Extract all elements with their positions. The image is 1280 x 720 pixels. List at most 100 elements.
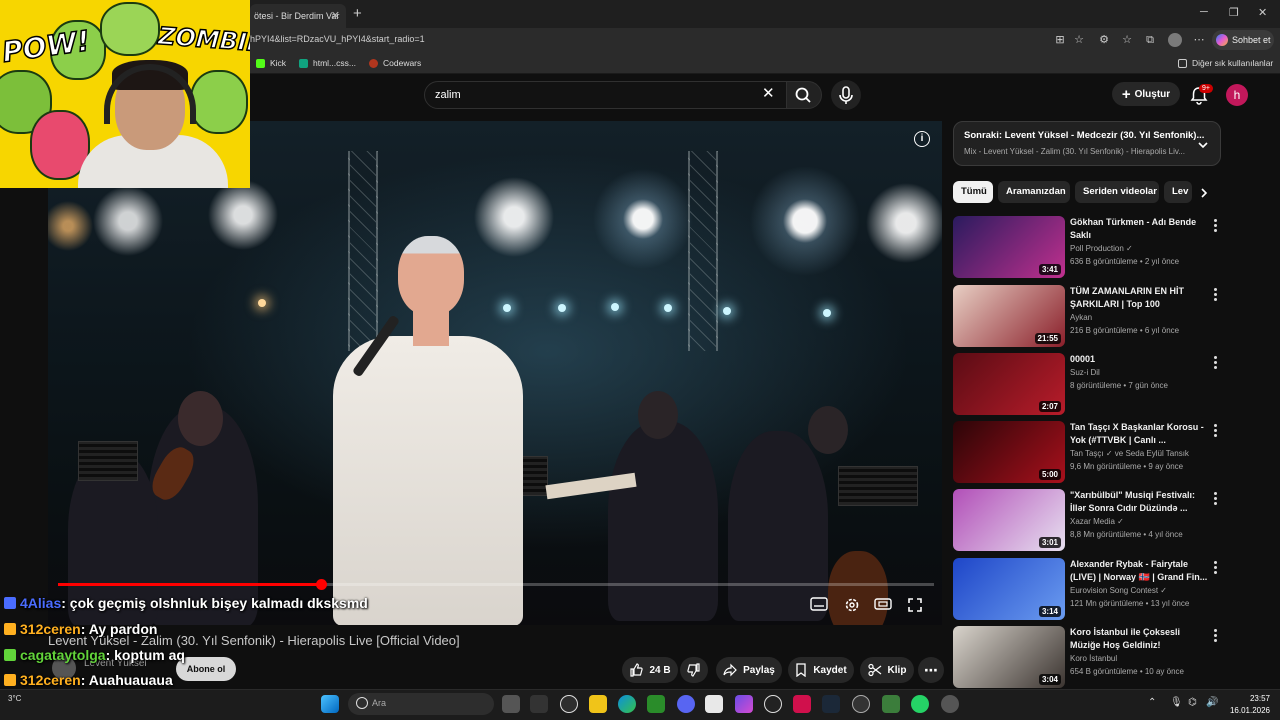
video-title[interactable]: TÜM ZAMANLARIN EN HİT ŞARKILARI | Top 10… xyxy=(1070,285,1210,311)
recommendation-item[interactable]: 21:55 TÜM ZAMANLARIN EN HİT ŞARKILARI | T… xyxy=(953,285,1223,347)
widgets-icon[interactable] xyxy=(530,695,548,713)
chip-all[interactable]: Tümü xyxy=(953,181,993,203)
more-vertical-icon[interactable] xyxy=(1211,287,1219,301)
video-thumbnail[interactable]: 2:07 xyxy=(953,353,1065,415)
channel-name[interactable]: Poll Production ✓ xyxy=(1070,244,1133,253)
subscribe-button[interactable]: Abone ol xyxy=(176,657,236,681)
channel-name[interactable]: Eurovision Song Contest ✓ xyxy=(1070,586,1167,595)
bookmark-kick[interactable]: Kick xyxy=(256,58,286,68)
app-icon[interactable] xyxy=(705,695,723,713)
weather-widget[interactable]: 3°C xyxy=(8,694,21,703)
search-input[interactable]: zalim xyxy=(424,81,788,109)
browser-tab-active[interactable]: ötesi - Bir Derdim Var ✕ xyxy=(250,4,346,28)
collections-icon[interactable]: ⧉ xyxy=(1143,33,1157,47)
clock[interactable]: 23:57 16.01.2026 xyxy=(1226,693,1270,717)
bookmark-codewars[interactable]: Codewars xyxy=(369,58,421,68)
recommendation-item[interactable]: 3:04 Koro İstanbul ile Çoksesli Müziğe Ho… xyxy=(953,626,1223,688)
more-vertical-icon[interactable] xyxy=(1211,491,1219,505)
profile-avatar[interactable] xyxy=(1168,33,1182,47)
theater-mode-icon[interactable] xyxy=(874,597,892,613)
channel-name[interactable]: Koro İstanbul xyxy=(1070,654,1117,663)
more-vertical-icon[interactable] xyxy=(1211,355,1219,369)
edge-icon[interactable] xyxy=(618,695,636,713)
microphone-tray-icon[interactable]: 🎙 xyxy=(1170,697,1183,708)
other-bookmarks-folder[interactable]: Diğer sık kullanılanlar xyxy=(1178,58,1273,68)
more-menu-icon[interactable]: ⋯ xyxy=(1192,33,1206,47)
clear-search-icon[interactable]: ✕ xyxy=(762,84,775,102)
volume-icon[interactable]: 🔊 xyxy=(1206,697,1218,708)
channel-name[interactable]: Tan Taşçı ✓ ve Seda Eylül Tansık xyxy=(1070,449,1189,458)
clip-button[interactable]: Klip xyxy=(860,657,914,683)
video-title[interactable]: 00001 xyxy=(1070,353,1210,366)
video-title[interactable]: Alexander Rybak - Fairytale (LIVE) | Nor… xyxy=(1070,558,1210,584)
bookmark-html-css[interactable]: html...css... xyxy=(299,58,356,68)
url-field[interactable]: hPYI4&list=RDzacVU_hPYI4&start_radio=1 xyxy=(250,34,425,44)
subtitles-icon[interactable] xyxy=(810,597,828,613)
more-vertical-icon[interactable] xyxy=(1211,628,1219,642)
extension-icon[interactable]: ⚙ xyxy=(1097,33,1111,47)
like-button[interactable]: 24 B xyxy=(622,657,678,683)
video-title[interactable]: Tan Taşçı X Başkanlar Korosu - Yok (#TTV… xyxy=(1070,421,1210,447)
copilot-button[interactable]: Sohbet et xyxy=(1212,30,1274,50)
info-icon[interactable]: i xyxy=(914,131,930,147)
create-button[interactable]: + Oluştur xyxy=(1112,82,1180,106)
copilot-taskbar-icon[interactable] xyxy=(735,695,753,713)
discord-icon[interactable] xyxy=(677,695,695,713)
share-button[interactable]: Paylaş xyxy=(716,657,782,683)
file-explorer-icon[interactable] xyxy=(589,695,607,713)
recommendation-item[interactable]: 3:14 Alexander Rybak - Fairytale (LIVE) |… xyxy=(953,558,1223,620)
apps-icon[interactable]: ⊞ xyxy=(1053,33,1067,47)
steam-icon[interactable] xyxy=(822,695,840,713)
windows-start-icon[interactable] xyxy=(321,695,339,713)
more-vertical-icon[interactable] xyxy=(1211,423,1219,437)
video-thumbnail[interactable]: 5:00 xyxy=(953,421,1065,483)
recommendation-item[interactable]: 3:41 Gökhan Türkmen - Adı Bende Saklı Poll… xyxy=(953,216,1223,278)
video-thumbnail[interactable]: 3:14 xyxy=(953,558,1065,620)
maximize-icon[interactable]: ❐ xyxy=(1229,6,1239,19)
video-title[interactable]: Gökhan Türkmen - Adı Bende Saklı xyxy=(1070,216,1210,242)
chip-levent[interactable]: Lev xyxy=(1164,181,1192,203)
user-avatar[interactable]: h xyxy=(1226,84,1248,106)
minimize-icon[interactable]: ─ xyxy=(1200,6,1208,18)
favorite-star-icon[interactable]: ☆ xyxy=(1072,33,1086,47)
recommendation-item[interactable]: 2:07 00001 Suz-i Dil 8 görüntüleme • 7 gün … xyxy=(953,353,1223,415)
recommendation-item[interactable]: 3:01 "Xarıbülbül" Musiqi Festivalı: İllər… xyxy=(953,489,1223,551)
search-button[interactable] xyxy=(786,81,822,109)
new-tab-icon[interactable]: + xyxy=(353,5,362,22)
recommendation-item[interactable]: 5:00 Tan Taşçı X Başkanlar Korosu - Yok (… xyxy=(953,421,1223,483)
more-actions-button[interactable]: ⋯ xyxy=(918,657,944,683)
mix-playlist-panel[interactable] xyxy=(953,121,1221,166)
nvidia-icon[interactable] xyxy=(647,695,665,713)
video-thumbnail[interactable]: 3:41 xyxy=(953,216,1065,278)
tray-chevron-up-icon[interactable]: ⌃ xyxy=(1148,697,1156,708)
video-thumbnail[interactable]: 21:55 xyxy=(953,285,1065,347)
fullscreen-icon[interactable] xyxy=(906,597,924,613)
video-thumbnail[interactable]: 3:04 xyxy=(953,626,1065,688)
chip-from-search[interactable]: Aramanızdan xyxy=(998,181,1070,203)
settings-gear-icon[interactable] xyxy=(843,597,861,613)
task-view-icon[interactable] xyxy=(502,695,520,713)
video-thumbnail[interactable]: 3:01 xyxy=(953,489,1065,551)
network-icon[interactable]: ⌬ xyxy=(1188,697,1197,708)
chevron-right-icon[interactable] xyxy=(1198,186,1210,200)
channel-name[interactable]: Suz-i Dil xyxy=(1070,368,1100,377)
chatgpt-icon[interactable] xyxy=(560,695,578,713)
chevron-down-icon[interactable] xyxy=(1196,138,1210,152)
obs-icon[interactable] xyxy=(852,695,870,713)
voice-search-button[interactable] xyxy=(831,80,861,110)
whatsapp-icon[interactable] xyxy=(911,695,929,713)
progress-bar[interactable] xyxy=(58,579,934,590)
chip-series[interactable]: Seriden videolar xyxy=(1075,181,1159,203)
minecraft-icon[interactable] xyxy=(882,695,900,713)
pocket-icon[interactable] xyxy=(793,695,811,713)
favorites-icon[interactable]: ☆ xyxy=(1120,33,1134,47)
github-icon[interactable] xyxy=(764,695,782,713)
save-button[interactable]: Kaydet xyxy=(788,657,854,683)
channel-name[interactable]: Aykan xyxy=(1070,313,1092,322)
tab-close-icon[interactable]: ✕ xyxy=(331,9,340,22)
window-close-icon[interactable]: ✕ xyxy=(1258,6,1267,19)
dislike-button[interactable] xyxy=(680,657,708,683)
taskbar-search[interactable]: Ara xyxy=(348,693,494,715)
video-title[interactable]: Koro İstanbul ile Çoksesli Müziğe Hoş Ge… xyxy=(1070,626,1210,652)
progress-scrubber[interactable] xyxy=(315,579,327,590)
